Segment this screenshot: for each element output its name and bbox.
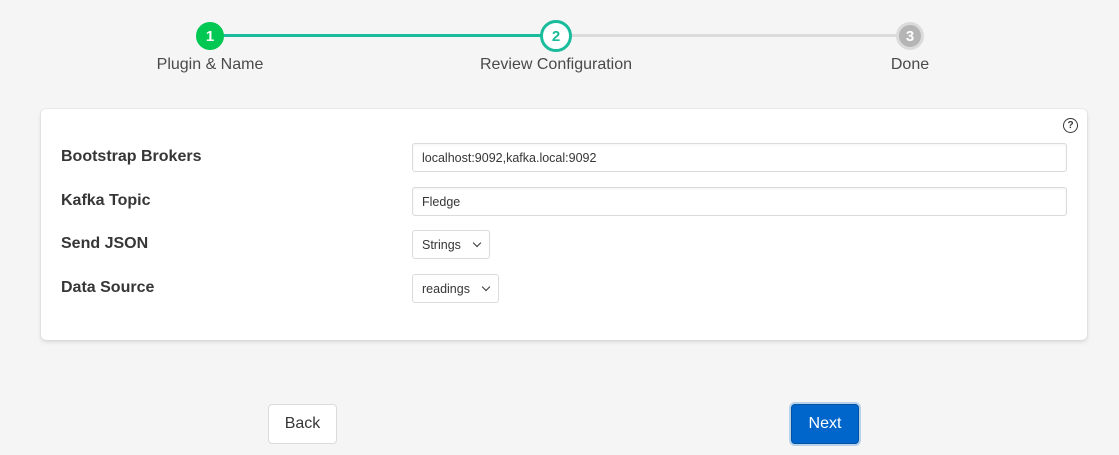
data-source-label: Data Source (61, 279, 155, 296)
bootstrap-brokers-row: Bootstrap Brokers (61, 143, 1067, 173)
next-button[interactable]: Next (791, 404, 859, 444)
kafka-topic-row: Kafka Topic (61, 187, 1067, 217)
back-button[interactable]: Back (268, 404, 337, 444)
wizard-stepper: 1 Plugin & Name 2 Review Configuration 3… (0, 0, 1119, 90)
data-source-select[interactable]: readings (412, 274, 499, 303)
step-connector-completed (210, 34, 556, 37)
send-json-select[interactable]: Strings (412, 230, 490, 259)
data-source-row: Data Source readings (61, 274, 1067, 304)
chevron-down-icon (472, 238, 482, 248)
step-2-label: Review Configuration (479, 56, 633, 73)
step-connector-pending (556, 34, 910, 37)
step-1-indicator[interactable]: 1 (196, 22, 224, 50)
send-json-label: Send JSON (61, 235, 149, 252)
send-json-selected-value: Strings (422, 237, 461, 252)
bootstrap-brokers-input[interactable] (412, 143, 1067, 172)
step-3-indicator: 3 (896, 22, 924, 50)
kafka-topic-label: Kafka Topic (61, 192, 151, 209)
step-1-label: Plugin & Name (156, 56, 264, 73)
kafka-topic-input[interactable] (412, 187, 1067, 216)
chevron-down-icon (481, 282, 491, 292)
send-json-row: Send JSON Strings (61, 230, 1067, 260)
bootstrap-brokers-label: Bootstrap Brokers (61, 148, 202, 165)
step-2-indicator[interactable]: 2 (540, 20, 572, 52)
configuration-card: ? Bootstrap Brokers Kafka Topic Send JSO… (41, 109, 1087, 340)
data-source-selected-value: readings (422, 281, 470, 296)
question-circle-icon[interactable]: ? (1063, 118, 1078, 133)
step-3-label: Done (890, 56, 930, 73)
add-north-instance-wizard: 1 Plugin & Name 2 Review Configuration 3… (0, 0, 1119, 455)
